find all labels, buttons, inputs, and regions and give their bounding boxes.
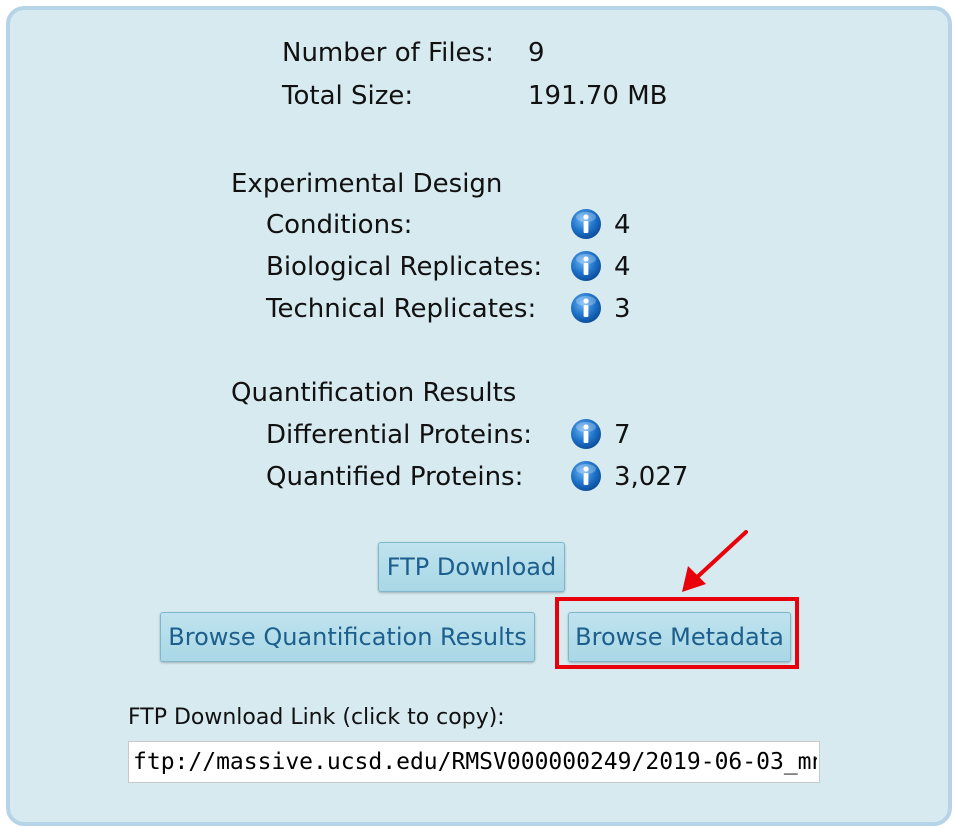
biological-replicates-label: Biological Replicates: bbox=[266, 252, 543, 282]
differential-proteins-value: 7 bbox=[614, 420, 631, 450]
info-icon[interactable] bbox=[570, 460, 602, 492]
files-count-label: Number of Files: bbox=[282, 38, 494, 68]
dataset-summary-panel bbox=[6, 6, 952, 826]
ftp-link-label: FTP Download Link (click to copy): bbox=[128, 705, 505, 730]
technical-replicates-value: 3 bbox=[614, 294, 631, 324]
conditions-label: Conditions: bbox=[266, 210, 413, 240]
files-count-value: 9 bbox=[528, 38, 545, 68]
annotation-highlight-box bbox=[555, 597, 799, 669]
info-icon[interactable] bbox=[570, 418, 602, 450]
info-icon[interactable] bbox=[570, 292, 602, 324]
biological-replicates-value: 4 bbox=[614, 252, 631, 282]
ftp-download-button[interactable]: FTP Download bbox=[378, 542, 565, 592]
quantified-proteins-label: Quantified Proteins: bbox=[266, 462, 524, 492]
ftp-link-field[interactable] bbox=[128, 741, 820, 783]
conditions-value: 4 bbox=[614, 210, 631, 240]
info-icon[interactable] bbox=[570, 250, 602, 282]
info-icon[interactable] bbox=[570, 208, 602, 240]
differential-proteins-label: Differential Proteins: bbox=[266, 420, 533, 450]
browse-quantification-results-button[interactable]: Browse Quantification Results bbox=[160, 612, 535, 662]
arrow-icon bbox=[682, 530, 748, 592]
technical-replicates-label: Technical Replicates: bbox=[266, 294, 537, 324]
total-size-value: 191.70 MB bbox=[528, 81, 668, 111]
quantified-proteins-value: 3,027 bbox=[614, 462, 689, 492]
quantification-results-heading: Quantification Results bbox=[231, 378, 517, 408]
experimental-design-heading: Experimental Design bbox=[231, 169, 503, 199]
total-size-label: Total Size: bbox=[282, 81, 414, 111]
